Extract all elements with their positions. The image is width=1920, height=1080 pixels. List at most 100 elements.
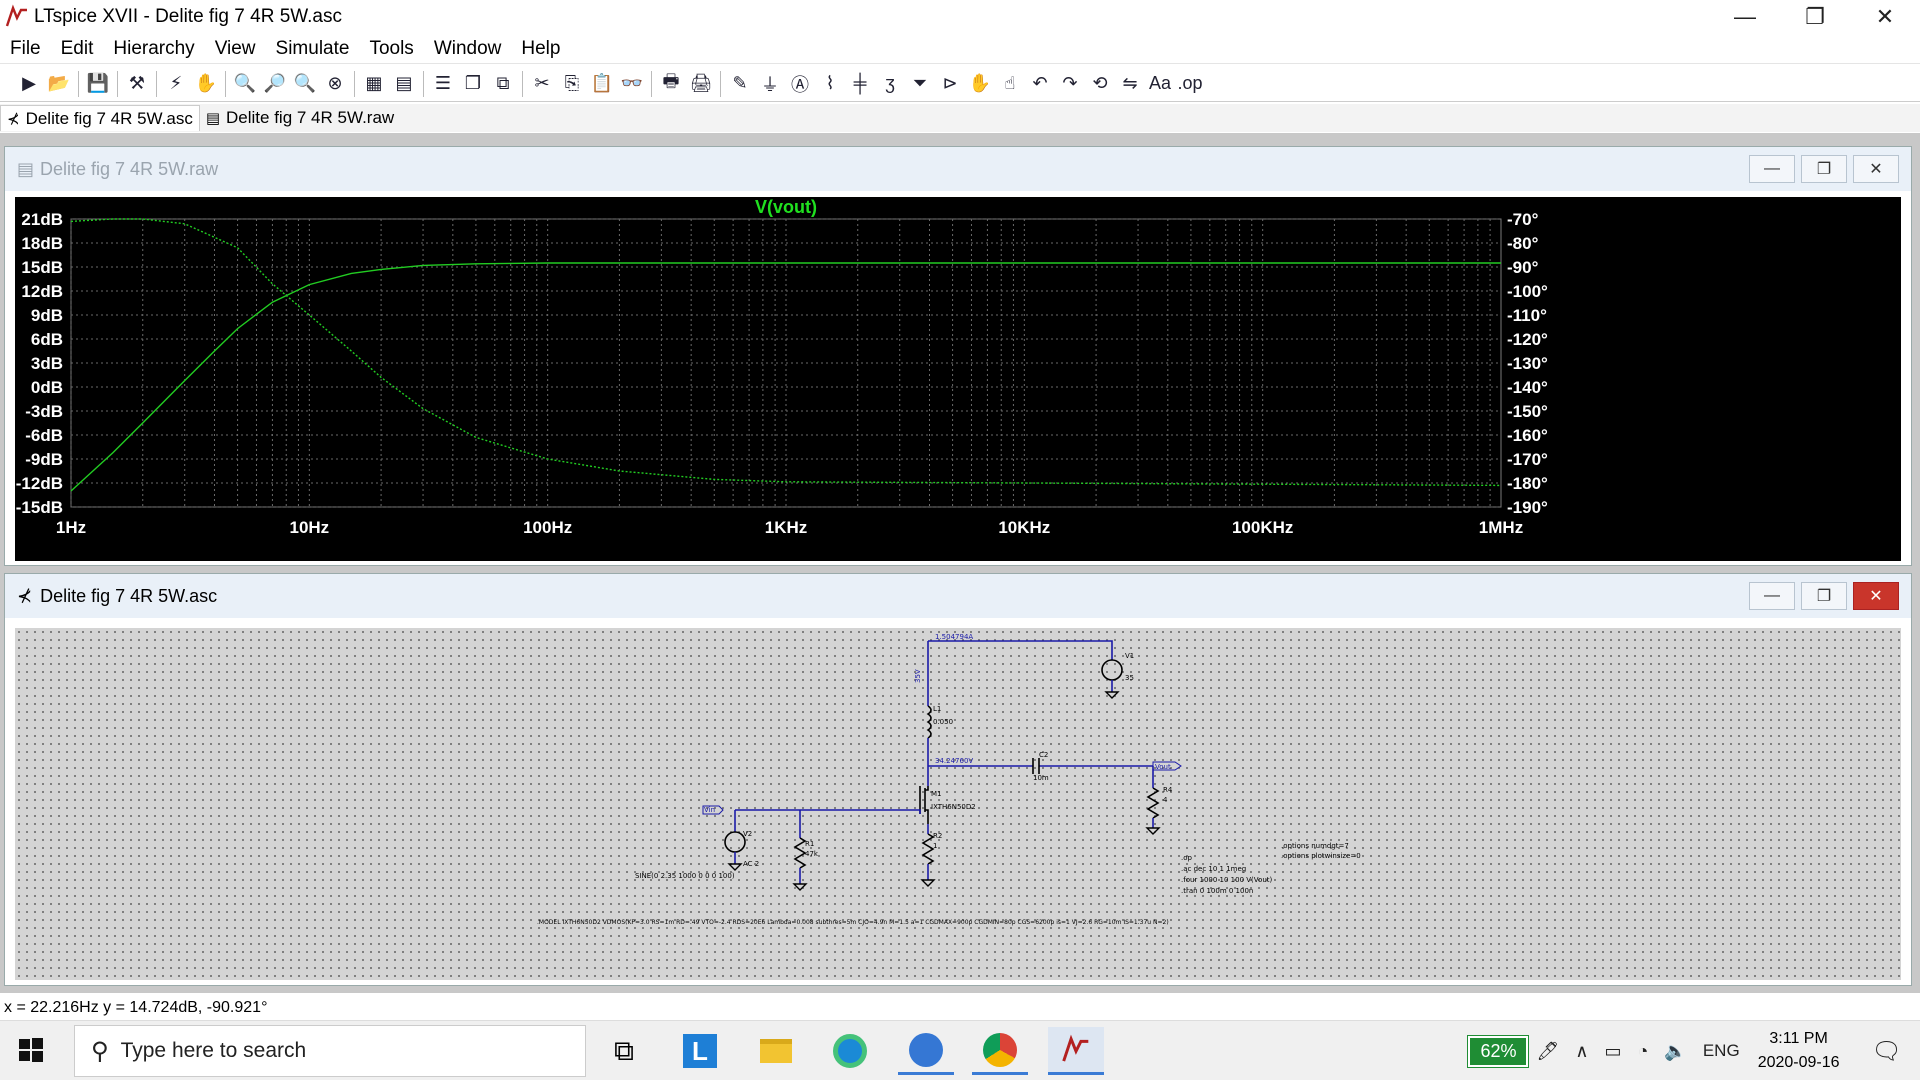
child-minimize-button[interactable]: —: [1749, 155, 1795, 183]
capacitor-icon[interactable]: ╪: [845, 69, 875, 99]
schematic-svg[interactable]: 1.504794A 35V 34.24760V V1 35 L1 0.050 C…: [15, 628, 1901, 980]
maximize-button[interactable]: ❐: [1780, 0, 1850, 34]
menu-simulate[interactable]: Simulate: [266, 38, 360, 60]
control-panel-icon[interactable]: ⚒: [122, 69, 152, 99]
menu-view[interactable]: View: [205, 38, 266, 60]
cut-icon[interactable]: ✂: [527, 69, 557, 99]
input-language[interactable]: ENG: [1703, 1041, 1740, 1061]
chrome-browser-icon[interactable]: [972, 1027, 1028, 1075]
taskbar-search-box[interactable]: ⚲ Type here to search: [74, 1025, 586, 1077]
show-hidden-icons-chevron-icon[interactable]: ∧: [1575, 1041, 1588, 1062]
diode-icon[interactable]: ⏷: [905, 69, 935, 99]
file-explorer-icon[interactable]: [748, 1027, 804, 1075]
battery-percentage[interactable]: 62%: [1467, 1034, 1530, 1068]
schematic-window-titlebar[interactable]: ⊀ Delite fig 7 4R 5W.asc — ❐ ✕: [5, 574, 1911, 618]
v2-label: V2: [743, 830, 752, 838]
ground-icon[interactable]: ⏚: [755, 69, 785, 99]
move-icon[interactable]: ✋: [965, 69, 995, 99]
chat-app-icon[interactable]: [898, 1027, 954, 1075]
halt-icon[interactable]: ✋: [191, 69, 221, 99]
resistor-icon[interactable]: ⌇: [815, 69, 845, 99]
label-net-icon[interactable]: Ⓐ: [785, 69, 815, 99]
resistor-r2[interactable]: [921, 833, 935, 865]
tile-horizontal-icon[interactable]: ☰: [428, 69, 458, 99]
wifi-icon[interactable]: ◔: [1638, 1041, 1649, 1062]
toolbar-separator: [156, 70, 157, 97]
wire: [928, 640, 1113, 660]
pan-icon[interactable]: 🔎: [260, 69, 290, 99]
zoom-fit-icon[interactable]: ⊗: [320, 69, 350, 99]
voltage-source-v1[interactable]: [1101, 659, 1123, 681]
component-icon[interactable]: ⊳: [935, 69, 965, 99]
find-icon[interactable]: 👓: [617, 69, 647, 99]
tab-schematic[interactable]: ⊀ Delite fig 7 4R 5W.asc: [0, 105, 200, 131]
schematic-canvas[interactable]: 1.504794A 35V 34.24760V V1 35 L1 0.050 C…: [15, 628, 1901, 980]
wire-icon[interactable]: ✎: [725, 69, 755, 99]
close-button[interactable]: ✕: [1850, 0, 1920, 34]
spice-model-directive: .MODEL IXTH6N50D2 VDMOS(KP=3.0 RS=1m RD=…: [537, 919, 1169, 926]
c2-label: C2: [1039, 751, 1048, 759]
child-minimize-button[interactable]: —: [1749, 582, 1795, 610]
tab-waveform[interactable]: ▤ Delite fig 7 4R 5W.raw: [200, 105, 400, 131]
run-icon[interactable]: ⚡: [161, 69, 191, 99]
undo-icon[interactable]: ↶: [1025, 69, 1055, 99]
paste-icon[interactable]: 📋: [587, 69, 617, 99]
open-icon[interactable]: 📂: [44, 69, 74, 99]
child-restore-button[interactable]: ❐: [1801, 582, 1847, 610]
zoom-in-icon[interactable]: 🔍: [230, 69, 260, 99]
print-setup-icon[interactable]: 🖨: [686, 69, 716, 99]
windows-start-icon[interactable]: [18, 1037, 44, 1063]
spice-directive-op: .op: [1181, 854, 1193, 862]
menu-hierarchy[interactable]: Hierarchy: [103, 38, 204, 60]
capacitor-c2[interactable]: [1032, 758, 1040, 774]
notifications-icon[interactable]: 🗨: [1872, 1037, 1902, 1066]
resistor-r1[interactable]: [793, 837, 807, 869]
mirror-icon[interactable]: ⇋: [1115, 69, 1145, 99]
child-restore-button[interactable]: ❐: [1801, 155, 1847, 183]
text-icon[interactable]: Aa: [1145, 69, 1175, 99]
autorange-icon[interactable]: ▦: [359, 69, 389, 99]
edge-browser-icon[interactable]: [822, 1027, 878, 1075]
ltspice-taskbar-icon[interactable]: [1048, 1027, 1104, 1075]
copy-icon[interactable]: ⎘: [557, 69, 587, 99]
inductor-icon[interactable]: ʒ: [875, 69, 905, 99]
y-right-tick-label: -70°: [1507, 210, 1539, 229]
voltage-source-v2[interactable]: [724, 831, 746, 853]
child-close-button[interactable]: ✕: [1853, 582, 1899, 610]
waveform-window-titlebar[interactable]: ▤ Delite fig 7 4R 5W.raw — ❐ ✕: [5, 147, 1911, 191]
y-right-tick-label: -140°: [1507, 378, 1548, 397]
waveform-plot[interactable]: 21dB 18dB 15dB 12dB 9dB 6dB 3dB 0dB -3dB -6dB -9dB…: [15, 197, 1901, 561]
menu-help[interactable]: Help: [511, 38, 570, 60]
tile-vertical-icon[interactable]: ⧉: [488, 69, 518, 99]
mosfet-m1[interactable]: [919, 786, 929, 824]
redo-icon[interactable]: ↷: [1055, 69, 1085, 99]
print-icon[interactable]: 🖶: [656, 69, 686, 99]
resistor-r4[interactable]: [1146, 787, 1160, 819]
menu-tools[interactable]: Tools: [359, 38, 423, 60]
inductor-l1[interactable]: [926, 705, 932, 739]
battery-icon[interactable]: ▭: [1605, 1041, 1622, 1062]
cascade-icon[interactable]: ❐: [458, 69, 488, 99]
menu-edit[interactable]: Edit: [51, 38, 104, 60]
pen-icon[interactable]: 🖊: [1536, 1041, 1559, 1062]
zoom-out-icon[interactable]: 🔍: [290, 69, 320, 99]
menu-window[interactable]: Window: [424, 38, 512, 60]
bode-plot-svg[interactable]: 21dB 18dB 15dB 12dB 9dB 6dB 3dB 0dB -3dB -6dB -9dB…: [15, 197, 1901, 561]
clock[interactable]: 3:11 PM 2020-09-16: [1758, 1027, 1840, 1075]
rail-voltage-label: 35V: [914, 669, 922, 683]
grid-icon[interactable]: ▤: [389, 69, 419, 99]
child-close-button[interactable]: ✕: [1853, 155, 1899, 183]
volume-icon[interactable]: 🔈: [1664, 1041, 1686, 1062]
launcher-l-app-icon[interactable]: L: [672, 1027, 728, 1075]
save-icon[interactable]: 💾: [83, 69, 113, 99]
v1-value: 35: [1125, 674, 1134, 682]
menu-file[interactable]: File: [0, 38, 51, 60]
window-titlebar: LTspice XVII - Delite fig 7 4R 5W.asc — …: [0, 0, 1920, 34]
new-schematic-icon[interactable]: ▶: [14, 69, 44, 99]
y-left-tick-label: 0dB: [31, 378, 63, 397]
task-view-icon[interactable]: ⧉: [596, 1027, 652, 1075]
rotate-icon[interactable]: ⟲: [1085, 69, 1115, 99]
spice-directive-icon[interactable]: .op: [1175, 69, 1205, 99]
drag-icon[interactable]: ☝: [995, 69, 1025, 99]
minimize-button[interactable]: —: [1710, 0, 1780, 34]
